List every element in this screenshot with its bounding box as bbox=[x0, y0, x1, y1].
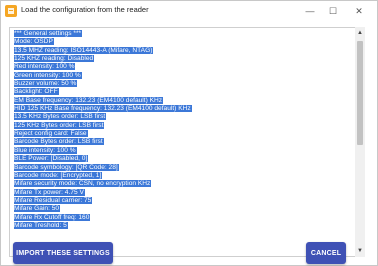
settings-line-text: Mifare security mode: CSN, no encryption… bbox=[14, 180, 152, 188]
cancel-button[interactable]: CANCEL bbox=[306, 242, 346, 264]
settings-line: Mifare Treshold: 5 bbox=[14, 221, 354, 230]
settings-line-text: Backlight: OFF bbox=[14, 88, 59, 96]
settings-line: Barcode mode: [Encrypted, 1] bbox=[14, 171, 354, 180]
maximize-icon[interactable]: ☐ bbox=[321, 1, 345, 21]
settings-line: Mode: OSDP bbox=[14, 38, 354, 46]
scroll-up-icon[interactable]: ▲ bbox=[355, 29, 365, 37]
settings-line: *** General settings *** bbox=[14, 30, 354, 38]
close-icon[interactable]: ✕ bbox=[347, 1, 371, 21]
dialog-content: *** General settings *** Mode: OSDP 13.5 M… bbox=[7, 23, 373, 260]
settings-line-text: Blue intensity: 100 % bbox=[14, 146, 77, 154]
settings-line: Green intensity: 100 % bbox=[14, 71, 354, 80]
settings-line-text: Reject config card: False bbox=[14, 130, 88, 138]
settings-line-text: 13.5 KHz Bytes order: LSB first bbox=[14, 113, 107, 121]
window-title: Load the configuration from the reader bbox=[21, 5, 149, 14]
settings-line: Mifare Residual carrier: 75 bbox=[14, 196, 354, 205]
settings-line: HID 125 KHz Base frequency: 132.23 (EM41… bbox=[14, 105, 354, 113]
settings-line-text: Red intensity: 100 % bbox=[14, 63, 76, 71]
import-settings-button[interactable]: IMPORT THESE SETTINGS bbox=[13, 242, 113, 264]
settings-line-text: Barcode mode: [Encrypted, 1] bbox=[14, 171, 103, 179]
settings-line: Backlight: OFF bbox=[14, 88, 354, 96]
settings-line-text: Mode: OSDP bbox=[14, 38, 54, 46]
settings-line-text: Green intensity: 100 % bbox=[14, 71, 82, 79]
settings-line: 13.5 KHz Bytes order: LSB first bbox=[14, 113, 354, 121]
settings-line: Barcode symbology: [QR Code: 28] bbox=[14, 163, 354, 172]
app-icon bbox=[5, 5, 17, 17]
settings-line-text: EM Base frequency: 132.23 (EM4100 defaul… bbox=[14, 96, 164, 104]
settings-line: Red intensity: 100 % bbox=[14, 63, 354, 71]
settings-line-text: Barcode Bytes order: LSB first bbox=[14, 138, 104, 146]
settings-line-text: BLE Power: [Disabled, 0] bbox=[14, 155, 89, 163]
settings-line: Barcode Bytes order: LSB first bbox=[14, 138, 354, 146]
settings-line: 13.5 MHZ reading: ISO14443-A (Mifare, NT… bbox=[14, 46, 354, 55]
settings-line: Mifare Rx Cutoff freq: 160 bbox=[14, 213, 354, 222]
settings-line-text: Mifare Treshold: 5 bbox=[14, 221, 68, 229]
settings-line-text: Mifare Rx Cutoff freq: 160 bbox=[14, 213, 91, 221]
settings-line: Buzzer volume: 50 % bbox=[14, 80, 354, 88]
settings-line: 125 KHz Bytes order: LSB first bbox=[14, 121, 354, 130]
settings-line-text: HID 125 KHz Base frequency: 132.23 (EM41… bbox=[14, 105, 192, 113]
settings-line: Blue intensity: 100 % bbox=[14, 146, 354, 155]
settings-textarea[interactable]: *** General settings *** Mode: OSDP 13.5 M… bbox=[9, 27, 365, 257]
scroll-down-icon[interactable]: ▼ bbox=[355, 247, 365, 255]
settings-line-text: Buzzer volume: 50 % bbox=[14, 80, 78, 88]
settings-line-text: Mifare Tx power: 4.75 V bbox=[14, 188, 85, 196]
settings-line-text: 125 KHz Bytes order: LSB first bbox=[14, 121, 105, 129]
settings-line: Mifare Tx power: 4.75 V bbox=[14, 188, 354, 197]
vertical-scrollbar[interactable]: ▲ ▼ bbox=[355, 27, 365, 257]
settings-line-text: *** General settings *** bbox=[14, 30, 83, 37]
settings-line: Reject config card: False bbox=[14, 130, 354, 138]
settings-line-text: Barcode symbology: [QR Code: 28] bbox=[14, 163, 119, 171]
settings-line: BLE Power: [Disabled, 0] bbox=[14, 155, 354, 163]
scroll-thumb[interactable] bbox=[357, 41, 363, 145]
settings-line: EM Base frequency: 132.23 (EM4100 defaul… bbox=[14, 96, 354, 105]
settings-line-text: 125 KHZ reading: Disabled bbox=[14, 55, 95, 63]
title-bar: Load the configuration from the reader —… bbox=[1, 1, 377, 21]
dialog-window: Load the configuration from the reader —… bbox=[0, 0, 378, 266]
minimize-icon[interactable]: — bbox=[298, 1, 322, 21]
settings-line: 125 KHZ reading: Disabled bbox=[14, 55, 354, 63]
settings-line-text: 13.5 MHZ reading: ISO14443-A (Mifare, NT… bbox=[14, 46, 154, 54]
settings-line: Mifare Gain: 50 bbox=[14, 205, 354, 213]
settings-line: Mifare security mode: CSN, no encryption… bbox=[14, 180, 354, 188]
settings-line-text: Mifare Gain: 50 bbox=[14, 205, 61, 213]
settings-lines: *** General settings *** Mode: OSDP 13.5 M… bbox=[14, 30, 354, 230]
settings-line-text: Mifare Residual carrier: 75 bbox=[14, 196, 93, 204]
